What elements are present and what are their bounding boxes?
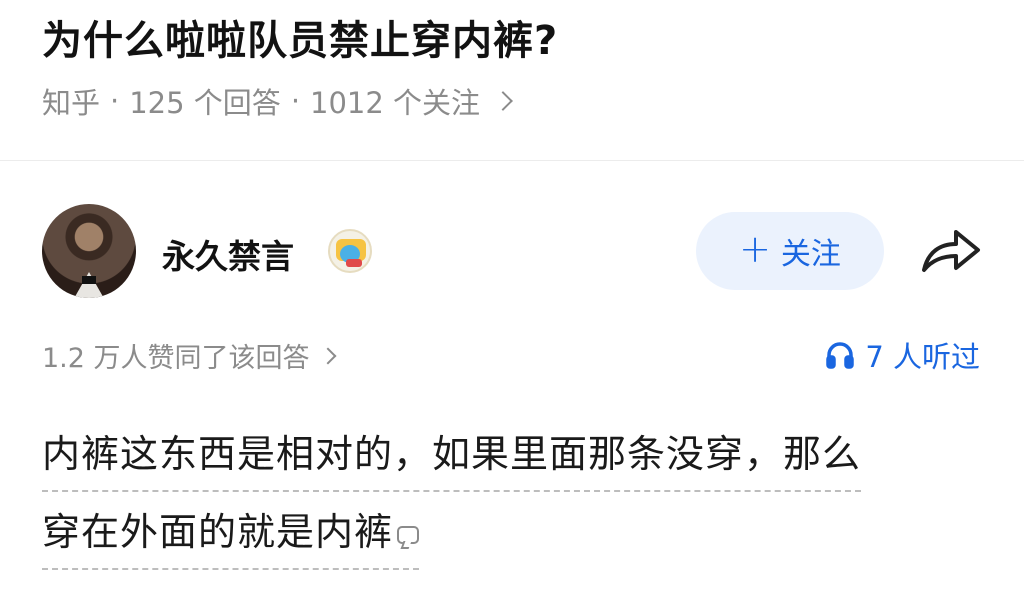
plus-icon: +: [739, 227, 771, 271]
meta-separator: ·: [110, 84, 120, 118]
source-label: 知乎: [42, 86, 101, 120]
meta-separator: ·: [290, 84, 301, 118]
follow-button[interactable]: + 关注: [696, 212, 884, 290]
headphones-icon: [826, 342, 855, 369]
chevron-right-icon: [319, 347, 337, 364]
answer-line: 内裤这东西是相对的，如果里面那条没穿，那么: [42, 420, 862, 492]
follow-label: 关注: [780, 237, 841, 272]
avatar[interactable]: [42, 204, 136, 298]
upvote-summary[interactable]: 1.2 万人赞同了该回答: [42, 336, 337, 375]
listen-count[interactable]: 7 人听过: [825, 334, 980, 376]
followers-count: 1012 个关注: [310, 86, 481, 120]
author-name[interactable]: 永久禁言: [162, 230, 294, 278]
answers-count: 125 个回答: [129, 86, 281, 120]
section-divider: [0, 160, 1024, 161]
question-title[interactable]: 为什么啦啦队员禁止穿内裤?: [42, 8, 558, 66]
answer-body[interactable]: 内裤这东西是相对的，如果里面那条没穿，那么 穿在外面的就是内裤: [42, 420, 982, 576]
share-arrow-icon[interactable]: [918, 224, 984, 276]
question-meta[interactable]: 知乎 · 125 个回答 · 1012 个关注: [42, 80, 513, 122]
badge-shape: [346, 259, 362, 267]
comment-icon[interactable]: [397, 525, 420, 544]
answer-line-text: 穿在外面的就是内裤: [42, 510, 394, 554]
chevron-right-icon: [493, 91, 513, 111]
avatar-bowtie: [82, 276, 96, 284]
badge-icon[interactable]: [328, 229, 372, 273]
upvote-text: 1.2 万人赞同了该回答: [42, 343, 310, 374]
answer-line: 穿在外面的就是内裤: [42, 498, 420, 570]
listen-text: 7 人听过: [865, 340, 980, 374]
